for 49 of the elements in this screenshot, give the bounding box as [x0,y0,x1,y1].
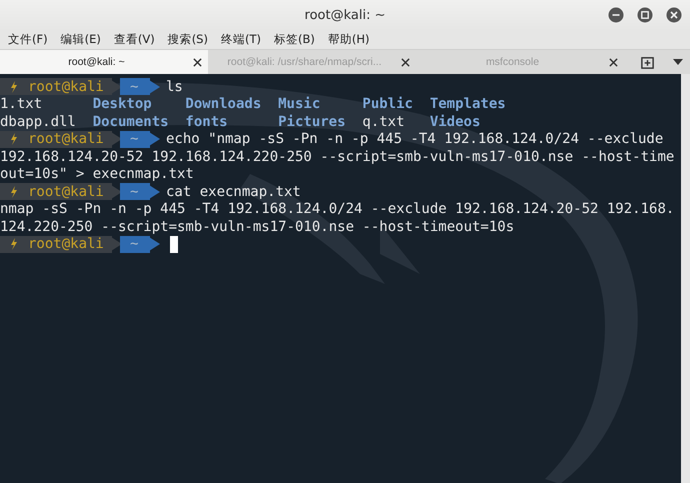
menu-item[interactable]: 文件(F) [8,32,48,47]
lightning-icon [10,133,18,146]
window-title: root@kali: ~ [304,8,386,22]
file-name: Documents [92,114,169,130]
menu-item[interactable]: 标签(B) [274,32,315,47]
close-icon[interactable] [401,58,410,66]
terminal-tab[interactable]: root@kali: ~ [0,50,208,74]
prompt-arrow-icon [150,235,160,254]
menu-item[interactable]: 搜索(S) [168,32,208,47]
file-name: dbapp.dll [0,114,76,130]
prompt-arrow-icon [112,130,122,148]
prompt-arrow-icon [112,182,122,201]
menu-item[interactable]: 编辑(E) [60,32,101,47]
new-tab-icon[interactable] [640,54,655,70]
file-name: Public [362,96,413,112]
prompt-arrow-icon [112,78,122,96]
file-name: Videos [430,114,480,130]
prompt-arrow-icon [150,130,160,148]
caret-icon[interactable] [673,59,683,65]
command-text: ls [166,78,183,95]
output-line: 124.220-250 --script=smb-vuln-ms17-010.nse --host-timeout=10s [0,218,514,235]
scrollbar[interactable] [681,74,690,483]
prompt-arrow-icon [150,78,160,96]
lightning-icon [10,80,18,93]
menu-item[interactable]: 帮助(H) [328,32,370,47]
maximize-icon[interactable] [637,7,653,23]
command-text: echo "nmap -sS -Pn -n -p 445 -T4 192.168.124.0/24 --exclude [166,131,664,148]
file-name: fonts [185,114,228,130]
close-icon[interactable] [609,58,618,66]
file-name: 1.txt [0,96,42,112]
menu-item[interactable]: 查看(V) [114,32,155,47]
output-line: 192.168.124.20-52 192.168.124.220-250 --script=smb-vuln-ms17-010.nse --host-time [0,148,674,165]
file-name: Desktop [92,96,152,112]
close-icon[interactable] [666,7,682,23]
menu-item[interactable]: 终端(T) [220,32,261,47]
file-name: Templates [430,96,506,112]
prompt-arrow-icon [150,182,160,201]
output-line: nmap -sS -Pn -n -p 445 -T4 192.168.124.0/24 --exclude 192.168.124.20-52 192.168. [0,201,674,218]
lightning-icon [10,238,18,250]
file-name: q.txt [362,114,405,130]
output-line: out=10s" > execnmap.txt [0,166,194,182]
prompt-arrow-icon [112,235,122,254]
lightning-icon [10,186,18,198]
minimize-icon[interactable] [608,7,624,23]
close-icon[interactable] [193,58,202,66]
file-name: Music [278,96,320,112]
command-text: cat execnmap.txt [166,184,301,200]
file-name: Downloads [185,96,262,112]
file-name: Pictures [278,114,346,130]
